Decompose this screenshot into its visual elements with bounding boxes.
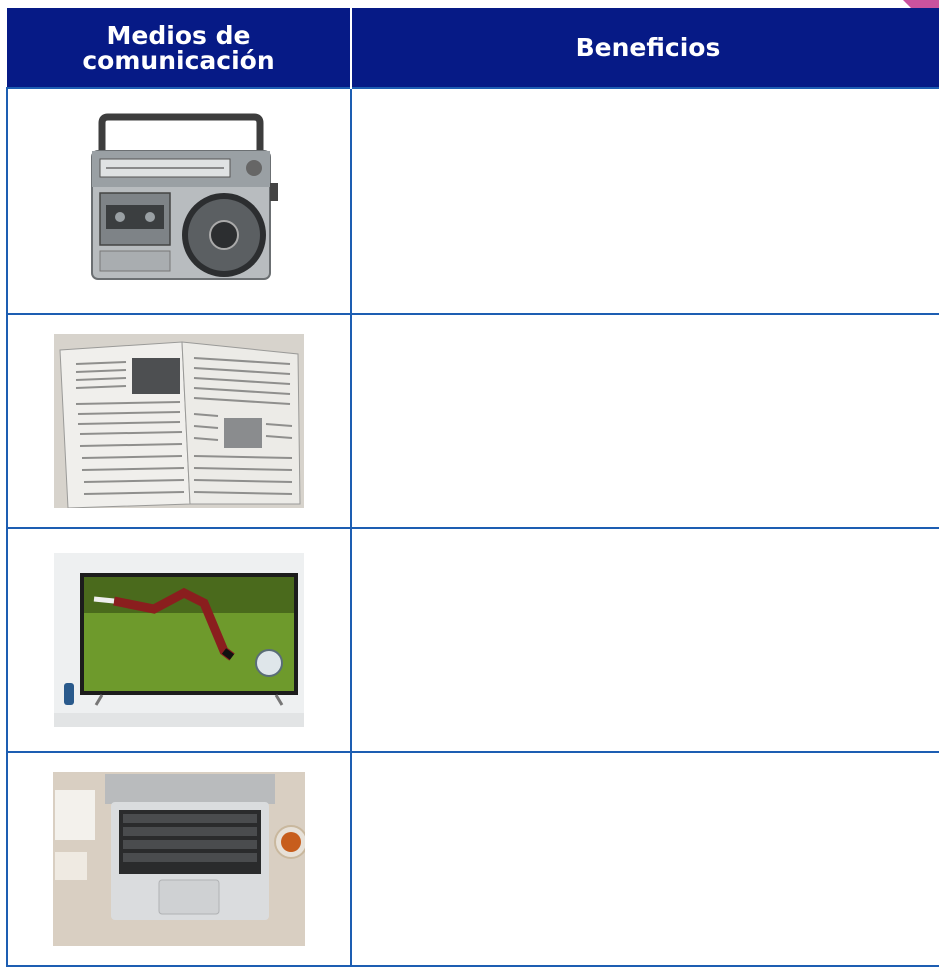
radio-image — [54, 113, 304, 289]
laptop-image — [53, 772, 305, 946]
benefit-cell[interactable] — [350, 87, 939, 315]
media-cell — [6, 751, 352, 967]
benefit-cell[interactable] — [350, 313, 939, 529]
media-cell — [6, 313, 352, 529]
newspaper-image — [54, 334, 304, 508]
benefit-cell[interactable] — [350, 527, 939, 753]
media-benefits-table: Medios de comunicación Beneficios — [6, 8, 939, 967]
benefit-cell[interactable] — [350, 751, 939, 967]
header-media-label: Medios de comunicación — [82, 20, 275, 75]
header-media: Medios de comunicación — [7, 8, 352, 88]
television-image — [54, 553, 304, 727]
header-benefits-label: Beneficios — [575, 33, 721, 62]
table-row — [6, 313, 939, 529]
header-benefits: Beneficios — [351, 8, 939, 88]
media-cell — [6, 87, 352, 315]
table-row — [6, 751, 939, 967]
table-row — [6, 87, 939, 315]
media-cell — [6, 527, 352, 753]
table-row — [6, 527, 939, 753]
